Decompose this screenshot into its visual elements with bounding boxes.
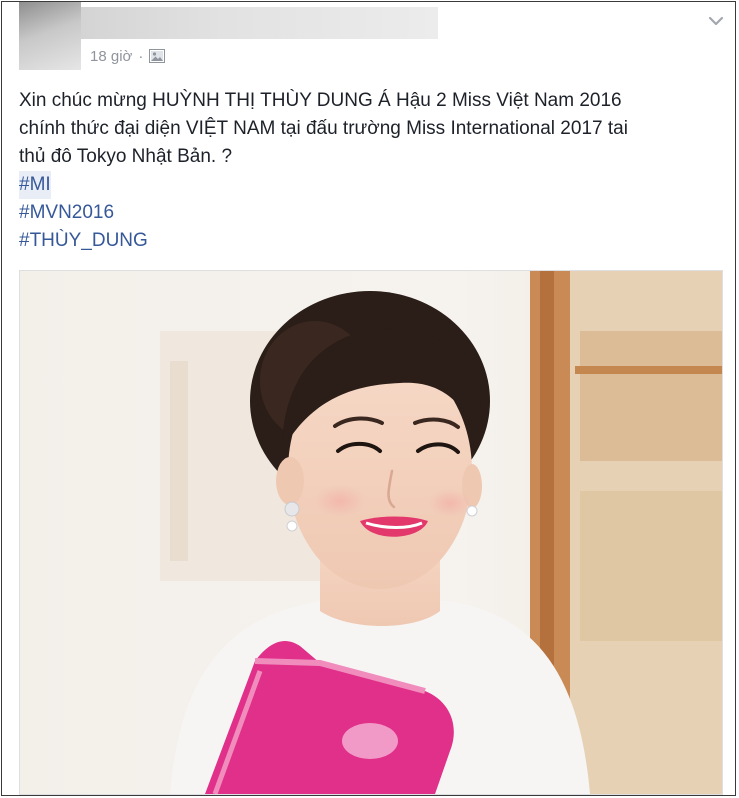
photo-icon[interactable] — [149, 49, 166, 63]
chevron-down-icon[interactable] — [705, 10, 727, 32]
facebook-post: 18 giờ · Xin chúc mừng HUỲNH THỊ THÙY DU… — [1, 1, 736, 796]
hashtag-link[interactable]: #MVN2016 — [19, 199, 114, 227]
post-message: Xin chúc mừng HUỲNH THỊ THÙY DUNG Á Hậu … — [19, 87, 719, 255]
post-text-line: thủ đô Tokyo Nhật Bản. ? — [19, 146, 233, 167]
post-text-line: Xin chúc mừng HUỲNH THỊ THÙY DUNG Á Hậu … — [19, 90, 622, 111]
avatar[interactable] — [19, 2, 81, 70]
post-photo[interactable] — [19, 270, 723, 795]
author-name-redacted[interactable] — [81, 7, 438, 39]
post-meta: 18 giờ · — [90, 46, 166, 66]
meta-separator: · — [138, 47, 144, 65]
post-timestamp[interactable]: 18 giờ — [90, 48, 132, 65]
hashtag-link[interactable]: #MI — [19, 171, 51, 199]
post-text-line: chính thức đại diện VIỆT NAM tại đấu trư… — [19, 118, 628, 139]
hashtag-link[interactable]: #THÙY_DUNG — [19, 227, 148, 255]
